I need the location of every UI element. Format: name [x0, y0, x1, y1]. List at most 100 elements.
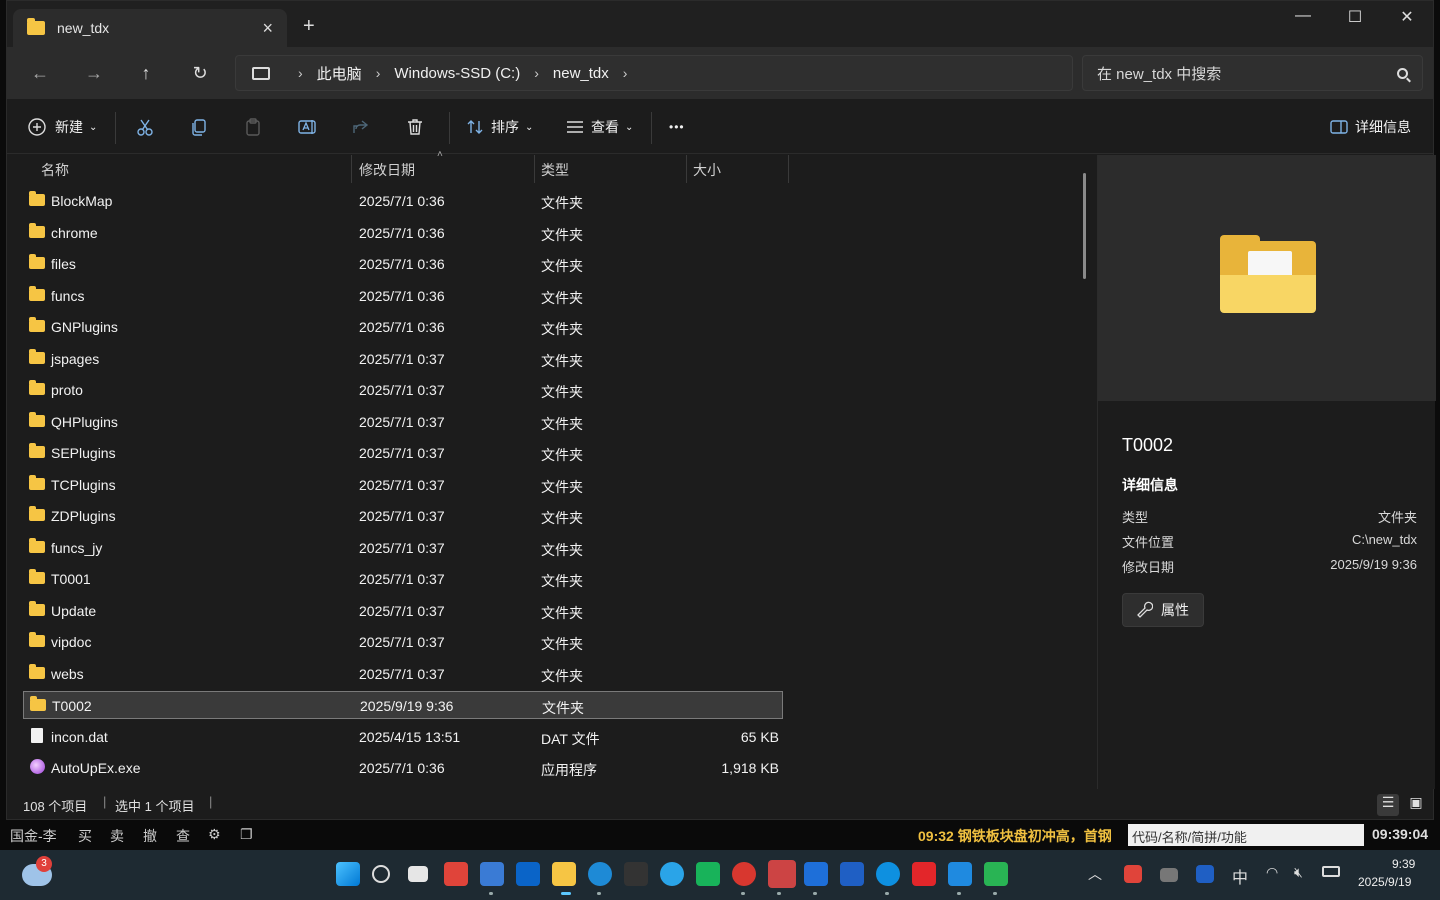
- delete-button[interactable]: [403, 114, 427, 140]
- details-pane-button[interactable]: 详细信息: [1327, 114, 1411, 140]
- tab-new-tdx[interactable]: new_tdx ×: [13, 9, 287, 47]
- file-row[interactable]: SEPlugins 2025/7/1 0:37 文件夹: [23, 439, 783, 467]
- up-button[interactable]: ↑: [131, 59, 161, 87]
- app-icon[interactable]: [840, 862, 864, 886]
- file-row[interactable]: incon.dat 2025/4/15 13:51 DAT 文件 65 KB: [23, 723, 783, 751]
- file-type: 文件夹: [541, 604, 583, 621]
- search-icon[interactable]: [372, 865, 390, 883]
- close-tab-icon[interactable]: ×: [262, 18, 273, 39]
- battery-icon[interactable]: [1322, 866, 1340, 877]
- refresh-button[interactable]: ↻: [185, 59, 215, 87]
- ime-indicator[interactable]: 中: [1232, 864, 1248, 888]
- vscode-icon[interactable]: [948, 862, 972, 886]
- column-divider[interactable]: [686, 155, 687, 183]
- file-row[interactable]: AutoUpEx.exe 2025/7/1 0:36 应用程序 1,918 KB: [23, 754, 783, 782]
- paste-button[interactable]: [241, 114, 265, 140]
- file-row[interactable]: T0001 2025/7/1 0:37 文件夹: [23, 565, 783, 593]
- chevron-up-icon[interactable]: ︿: [1088, 864, 1102, 884]
- breadcrumb-new-tdx[interactable]: new_tdx: [553, 65, 609, 82]
- tdx-icon[interactable]: [768, 860, 796, 888]
- file-row[interactable]: proto 2025/7/1 0:37 文件夹: [23, 376, 783, 404]
- new-tab-button[interactable]: +: [303, 15, 315, 38]
- file-row[interactable]: BlockMap 2025/7/1 0:36 文件夹: [23, 187, 783, 215]
- file-row[interactable]: QHPlugins 2025/7/1 0:37 文件夹: [23, 408, 783, 436]
- buy-button[interactable]: 买: [78, 826, 92, 846]
- column-divider[interactable]: [534, 155, 535, 183]
- file-row[interactable]: funcs_jy 2025/7/1 0:37 文件夹: [23, 534, 783, 562]
- file-row[interactable]: TCPlugins 2025/7/1 0:37 文件夹: [23, 471, 783, 499]
- copy-button[interactable]: [187, 114, 211, 140]
- app-icon[interactable]: [912, 862, 936, 886]
- view-button[interactable]: 查看 ⌄: [563, 114, 633, 140]
- details-view-toggle-icon[interactable]: ☰: [1377, 794, 1399, 816]
- account-label[interactable]: 国金-李: [10, 826, 57, 846]
- file-row[interactable]: vipdoc 2025/7/1 0:37 文件夹: [23, 628, 783, 656]
- file-row[interactable]: files 2025/7/1 0:36 文件夹: [23, 250, 783, 278]
- breadcrumb-this-pc[interactable]: 此电脑: [317, 63, 362, 84]
- cancel-order-button[interactable]: 撤: [143, 826, 157, 846]
- window-icon[interactable]: ❐: [240, 826, 253, 843]
- column-header-size[interactable]: 大小: [693, 160, 721, 180]
- file-explorer-icon[interactable]: [552, 862, 576, 886]
- more-options-button[interactable]: •••: [669, 114, 685, 140]
- tray-wps-icon[interactable]: [1124, 865, 1142, 883]
- file-row[interactable]: funcs 2025/7/1 0:36 文件夹: [23, 282, 783, 310]
- query-button[interactable]: 查: [176, 826, 190, 846]
- file-row[interactable]: chrome 2025/7/1 0:36 文件夹: [23, 219, 783, 247]
- search-input[interactable]: 在 new_tdx 中搜索: [1082, 55, 1423, 91]
- start-icon[interactable]: [336, 862, 360, 886]
- folder-preview-icon: [1220, 235, 1316, 313]
- search-icon[interactable]: [1397, 67, 1408, 79]
- task-view-icon[interactable]: [408, 866, 428, 882]
- file-row[interactable]: jspages 2025/7/1 0:37 文件夹: [23, 345, 783, 373]
- vertical-scrollbar[interactable]: [1083, 173, 1086, 279]
- tray-app-icon[interactable]: [1196, 865, 1214, 883]
- clock-time[interactable]: 9:39: [1392, 857, 1415, 871]
- onedrive-icon[interactable]: [1160, 868, 1178, 882]
- breadcrumb-drive[interactable]: Windows-SSD (C:): [394, 65, 520, 82]
- minimize-button[interactable]: —: [1283, 7, 1323, 25]
- column-header-type[interactable]: 类型: [541, 160, 569, 180]
- sort-button[interactable]: 排序 ⌄: [463, 114, 533, 140]
- store-icon[interactable]: [480, 862, 504, 886]
- app-icon[interactable]: [732, 862, 756, 886]
- app-icon[interactable]: [876, 862, 900, 886]
- chevron-right-icon[interactable]: ›: [623, 65, 628, 81]
- wechat-icon[interactable]: [984, 862, 1008, 886]
- speaker-muted-icon[interactable]: 🔇︎: [1294, 864, 1303, 881]
- clock-date[interactable]: 2025/9/19: [1358, 875, 1411, 889]
- chat-icon[interactable]: [696, 862, 720, 886]
- file-row[interactable]: ZDPlugins 2025/7/1 0:37 文件夹: [23, 502, 783, 530]
- close-window-button[interactable]: ✕: [1387, 7, 1427, 27]
- maximize-button[interactable]: ☐: [1335, 7, 1375, 27]
- new-button[interactable]: 新建 ⌄: [25, 114, 97, 140]
- sell-button[interactable]: 卖: [110, 826, 124, 846]
- rename-button[interactable]: [295, 114, 319, 140]
- file-row[interactable]: webs 2025/7/1 0:37 文件夹: [23, 660, 783, 688]
- wifi-icon[interactable]: ◠: [1266, 864, 1278, 881]
- app-icon[interactable]: [804, 862, 828, 886]
- column-header-date[interactable]: 修改日期: [359, 160, 415, 180]
- file-row[interactable]: T0002 2025/9/19 9:36 文件夹: [23, 691, 783, 719]
- large-icons-view-toggle-icon[interactable]: ▣: [1405, 794, 1427, 816]
- file-row[interactable]: Update 2025/7/1 0:37 文件夹: [23, 597, 783, 625]
- stock-search-input[interactable]: 代码/名称/简拼/功能: [1128, 824, 1364, 846]
- file-name: T0002: [52, 698, 92, 714]
- properties-button[interactable]: 属性: [1122, 593, 1204, 627]
- app-icon[interactable]: [624, 862, 648, 886]
- back-button[interactable]: ←: [25, 59, 55, 87]
- gear-icon[interactable]: ⚙: [208, 826, 221, 843]
- file-row[interactable]: GNPlugins 2025/7/1 0:36 文件夹: [23, 313, 783, 341]
- address-bar[interactable]: › 此电脑 › Windows-SSD (C:) › new_tdx ›: [235, 55, 1073, 91]
- share-button[interactable]: [349, 114, 373, 140]
- column-divider[interactable]: [788, 155, 789, 183]
- wps-icon[interactable]: [444, 862, 468, 886]
- column-header-name[interactable]: 名称: [41, 160, 69, 180]
- edge-beta-icon[interactable]: [660, 862, 684, 886]
- edge-icon[interactable]: [588, 862, 612, 886]
- column-divider[interactable]: [351, 155, 352, 183]
- cut-button[interactable]: [133, 114, 157, 140]
- forward-button[interactable]: →: [79, 59, 109, 87]
- file-type: 文件夹: [541, 415, 583, 432]
- outlook-icon[interactable]: [516, 862, 540, 886]
